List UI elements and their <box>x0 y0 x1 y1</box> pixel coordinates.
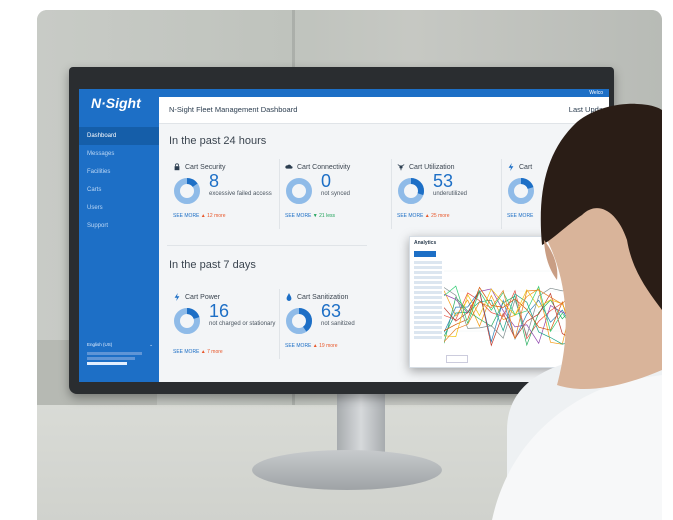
person <box>492 103 662 520</box>
photo: N·Sight Dashboard Messages Facilities Ca… <box>37 10 662 520</box>
